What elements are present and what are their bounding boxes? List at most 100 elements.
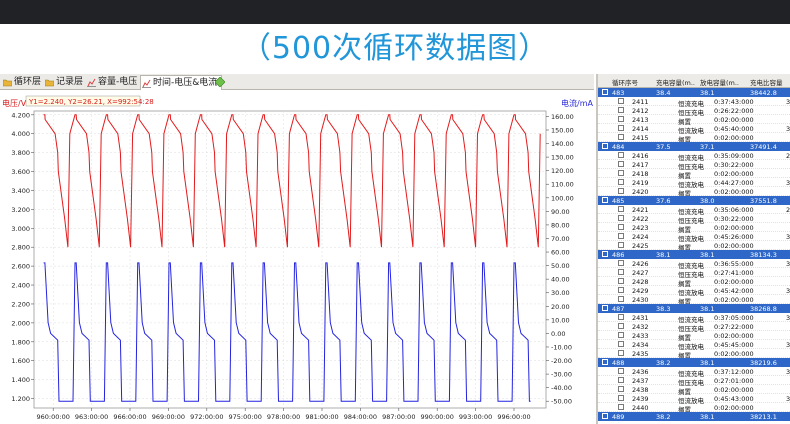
cycle-data-table[interactable]: 循环序号 充电容量(m.. 放电容量(m.. 充电比容量 483 38.4 38.1…: [596, 74, 790, 424]
step-row[interactable]: 2432 恒压充电 0:27:22:000: [598, 322, 790, 333]
x-tick-label: 969:00:00: [152, 413, 185, 421]
step-row[interactable]: 2439 恒流放电 0:45:43:000 3: [598, 394, 790, 405]
expand-toggle-icon[interactable]: [618, 134, 624, 140]
expand-toggle-icon[interactable]: [618, 206, 624, 212]
step-row[interactable]: 2437 恒压充电 0:27:01:000: [598, 376, 790, 387]
step-row[interactable]: 2440 搁置 0:02:00:000: [598, 403, 790, 414]
tab-cycle-layer[interactable]: 循环层: [2, 75, 41, 90]
step-row[interactable]: 2431 恒流充电 0:37:05:000 3: [598, 313, 790, 324]
cycle-group-row[interactable]: 487 38.3 38.1 38268.8: [598, 304, 790, 313]
page-title: （500次循环数据图）: [240, 31, 550, 66]
expand-toggle-icon[interactable]: [618, 377, 624, 383]
step-row[interactable]: 2424 恒流放电 0:45:26:000 3: [598, 232, 790, 243]
group-cell: 38.1: [700, 359, 715, 367]
cycle-group-row[interactable]: 483 38.4 38.1 38442.8: [598, 88, 790, 97]
expand-toggle-icon[interactable]: [618, 404, 624, 410]
step-row[interactable]: 2413 搁置 0:02:00:000: [598, 115, 790, 126]
tab-capacity-voltage[interactable]: 容量-电压: [86, 75, 137, 90]
step-row[interactable]: 2422 恒压充电 0:30:22:000: [598, 214, 790, 225]
expand-toggle-icon[interactable]: [618, 125, 624, 131]
step-cell: 2435: [632, 350, 649, 358]
group-cell: 487: [612, 305, 625, 313]
tab-time-voltage-current[interactable]: 时间-电压&电流: [140, 75, 223, 90]
cycle-group-row[interactable]: 485 37.6 38.0 37551.8: [598, 196, 790, 205]
right-tick-label: 80.00: [551, 221, 570, 229]
collapse-toggle-icon[interactable]: [602, 413, 608, 419]
step-row[interactable]: 2415 搁置 0:02:00:000: [598, 133, 790, 144]
cycle-group-row[interactable]: 488 38.2 38.1 38219.6: [598, 358, 790, 367]
expand-toggle-icon[interactable]: [618, 116, 624, 122]
step-row[interactable]: 2418 搁置 0:02:00:000: [598, 169, 790, 180]
step-row[interactable]: 2419 恒流放电 0:44:27:000 3: [598, 178, 790, 189]
step-row[interactable]: 2434 恒流放电 0:45:45:000 3: [598, 340, 790, 351]
expand-toggle-icon[interactable]: [618, 161, 624, 167]
step-row[interactable]: 2438 搁置 0:02:00:000: [598, 385, 790, 396]
collapse-toggle-icon[interactable]: [602, 89, 608, 95]
expand-toggle-icon[interactable]: [618, 323, 624, 329]
right-tick-label: 70.00: [551, 235, 570, 243]
expand-toggle-icon[interactable]: [618, 224, 624, 230]
step-row[interactable]: 2435 搁置 0:02:00:000: [598, 349, 790, 360]
step-row[interactable]: 2423 搁置 0:02:00:000: [598, 223, 790, 234]
collapse-toggle-icon[interactable]: [602, 359, 608, 365]
expand-toggle-icon[interactable]: [618, 368, 624, 374]
right-tick-label: 110.00: [551, 181, 574, 189]
group-cell: 38.2: [656, 359, 671, 367]
expand-toggle-icon[interactable]: [618, 98, 624, 104]
step-row[interactable]: 2427 恒压充电 0:27:41:000: [598, 268, 790, 279]
step-row[interactable]: 2411 恒流充电 0:37:43:000 3: [598, 97, 790, 108]
step-row[interactable]: 2416 恒流充电 0:35:09:000 2: [598, 151, 790, 162]
expand-toggle-icon[interactable]: [618, 296, 624, 302]
step-row[interactable]: 2417 恒压充电 0:30:22:000: [598, 160, 790, 171]
step-cell: 0:37:05:000: [714, 314, 754, 322]
expand-toggle-icon[interactable]: [618, 314, 624, 320]
step-row[interactable]: 2436 恒流充电 0:37:12:000 3: [598, 367, 790, 378]
step-cell: 0:27:01:000: [714, 377, 754, 385]
step-row[interactable]: 2430 搁置 0:02:00:000: [598, 295, 790, 306]
expand-toggle-icon[interactable]: [618, 350, 624, 356]
step-cell: 0:02:00:000: [714, 116, 754, 124]
collapse-toggle-icon[interactable]: [602, 251, 608, 257]
expand-toggle-icon[interactable]: [618, 170, 624, 176]
top-dark-bar: [0, 0, 790, 24]
left-tick-label: 1.200: [11, 395, 30, 403]
expand-toggle-icon[interactable]: [618, 107, 624, 113]
expand-toggle-icon[interactable]: [618, 386, 624, 392]
expand-toggle-icon[interactable]: [618, 152, 624, 158]
expand-toggle-icon[interactable]: [618, 278, 624, 284]
step-row[interactable]: 2414 恒流放电 0:45:40:000 3: [598, 124, 790, 135]
cycle-group-row[interactable]: 484 37.5 37.1 37491.4: [598, 142, 790, 151]
expand-toggle-icon[interactable]: [618, 215, 624, 221]
step-row[interactable]: 2420 搁置 0:02:00:000: [598, 187, 790, 198]
step-row[interactable]: 2426 恒流充电 0:36:55:000 3: [598, 259, 790, 270]
step-row[interactable]: 2412 恒压充电 0:26:22:000: [598, 106, 790, 117]
expand-toggle-icon[interactable]: [618, 233, 624, 239]
expand-toggle-icon[interactable]: [618, 188, 624, 194]
expand-toggle-icon[interactable]: [618, 287, 624, 293]
tab-record-layer[interactable]: 记录层: [44, 75, 83, 90]
collapse-toggle-icon[interactable]: [602, 197, 608, 203]
right-tick-label: 50.00: [551, 262, 570, 270]
step-cell: 3: [786, 314, 790, 322]
step-row[interactable]: 2421 恒流充电 0:35:06:000 2: [598, 205, 790, 216]
expand-toggle-icon[interactable]: [618, 395, 624, 401]
step-row[interactable]: 2428 搁置 0:02:00:000: [598, 277, 790, 288]
collapse-toggle-icon[interactable]: [602, 143, 608, 149]
cycle-group-row[interactable]: 489 38.2 38.1 38213.1: [598, 412, 790, 421]
expand-toggle-icon[interactable]: [618, 332, 624, 338]
step-row[interactable]: 2433 搁置 0:02:00:000: [598, 331, 790, 342]
expand-toggle-icon[interactable]: [618, 179, 624, 185]
collapse-toggle-icon[interactable]: [602, 305, 608, 311]
expand-toggle-icon[interactable]: [618, 242, 624, 248]
expand-toggle-icon[interactable]: [618, 269, 624, 275]
right-tick-label: 30.00: [551, 289, 570, 297]
step-row[interactable]: 2425 搁置 0:02:00:000: [598, 241, 790, 252]
expand-toggle-icon[interactable]: [618, 260, 624, 266]
expand-toggle-icon[interactable]: [618, 341, 624, 347]
step-row[interactable]: 2429 恒流放电 0:45:42:000 3: [598, 286, 790, 297]
step-cell: 0:30:22:000: [714, 215, 754, 223]
step-cell: 3: [786, 341, 790, 349]
plugin-icon[interactable]: [215, 77, 225, 87]
cycle-group-row[interactable]: 486 38.1 38.1 38134.3: [598, 250, 790, 259]
time-voltage-current-chart[interactable]: 4.200 4.000 3.800 3.600 3.400 3.200 3.000 2.800…: [0, 91, 594, 424]
